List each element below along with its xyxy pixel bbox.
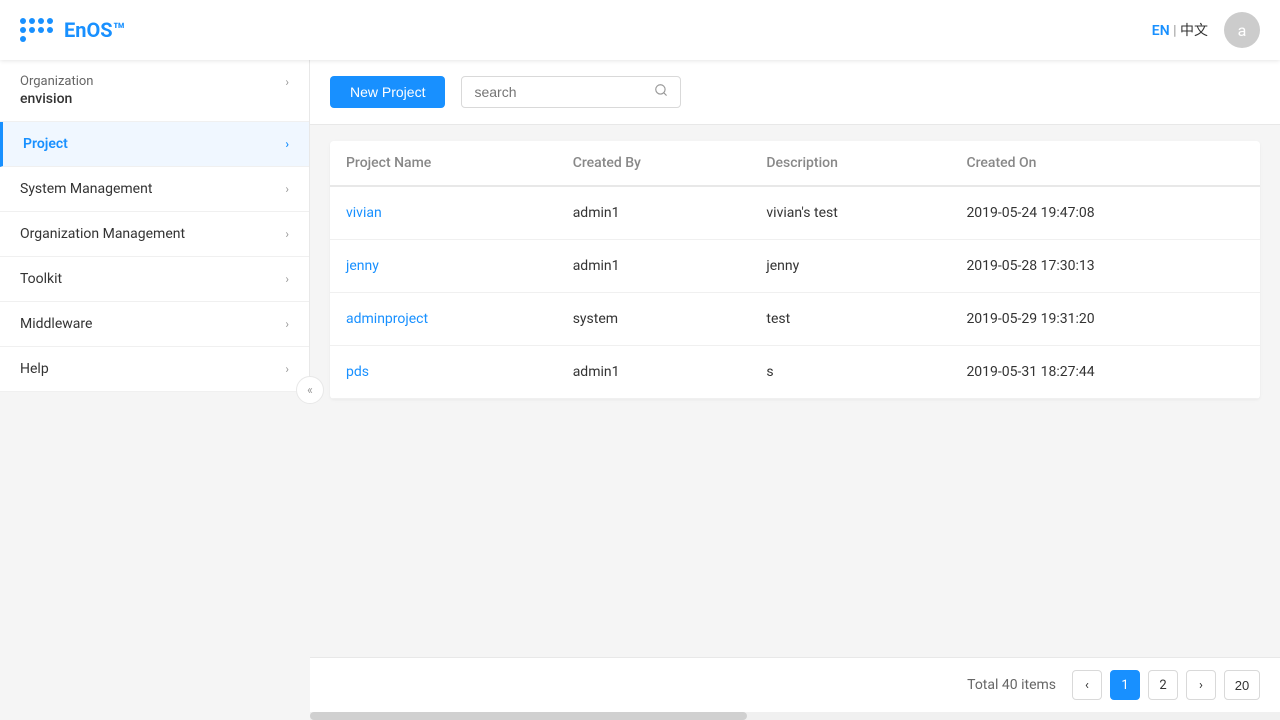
description-cell: test	[750, 293, 950, 346]
header-right: EN | 中文 a	[1152, 12, 1260, 48]
logo-icon	[20, 18, 56, 42]
sidebar-item-project-label: Project	[23, 136, 68, 152]
col-project-name: Project Name	[330, 141, 557, 186]
sidebar-item-toolkit-label: Toolkit	[20, 271, 62, 287]
created-by-cell: admin1	[557, 346, 751, 399]
sidebar-item-system-management[interactable]: System Management ›	[0, 167, 309, 212]
created-by-cell: system	[557, 293, 751, 346]
sidebar-collapse-button[interactable]: «	[296, 376, 324, 404]
col-created-on: Created On	[950, 141, 1260, 186]
description-cell: s	[750, 346, 950, 399]
table-row: pds admin1 s 2019-05-31 18:27:44	[330, 346, 1260, 399]
chevron-right-icon: ›	[285, 227, 289, 241]
sidebar-item-project[interactable]: Project ›	[0, 122, 309, 167]
created-by-cell: admin1	[557, 240, 751, 293]
sidebar-item-system-management-label: System Management	[20, 181, 152, 197]
new-project-button[interactable]: New Project	[330, 76, 445, 108]
created-on-cell: 2019-05-29 19:31:20	[950, 293, 1260, 346]
lang-switcher[interactable]: EN | 中文	[1152, 20, 1208, 40]
pagination-prev-button[interactable]: ‹	[1072, 670, 1102, 700]
pagination-page-2[interactable]: 2	[1148, 670, 1178, 700]
logo-area: EnOS™	[20, 18, 125, 42]
created-on-cell: 2019-05-24 19:47:08	[950, 186, 1260, 240]
pagination-next-button[interactable]: ›	[1186, 670, 1216, 700]
avatar[interactable]: a	[1224, 12, 1260, 48]
projects-table: Project Name Created By Description Crea…	[330, 141, 1260, 399]
chevron-right-icon: ›	[285, 317, 289, 331]
lang-separator: |	[1173, 23, 1176, 39]
toolbar: New Project	[310, 60, 1280, 125]
created-by-cell: admin1	[557, 186, 751, 240]
table-row: vivian admin1 vivian's test 2019-05-24 1…	[330, 186, 1260, 240]
chevron-right-icon: ›	[285, 75, 289, 89]
table-header-row: Project Name Created By Description Crea…	[330, 141, 1260, 186]
sidebar-item-help-label: Help	[20, 361, 49, 377]
sidebar-org-title: envision	[20, 91, 289, 107]
chevron-right-icon: ›	[285, 137, 289, 151]
table-row: jenny admin1 jenny 2019-05-28 17:30:13	[330, 240, 1260, 293]
project-name-link[interactable]: adminproject	[346, 311, 428, 327]
search-icon	[654, 83, 668, 101]
col-created-by: Created By	[557, 141, 751, 186]
lang-en-button[interactable]: EN	[1152, 23, 1170, 39]
created-on-cell: 2019-05-28 17:30:13	[950, 240, 1260, 293]
layout: Organization › envision Project › System…	[0, 60, 1280, 720]
description-cell: vivian's test	[750, 186, 950, 240]
description-cell: jenny	[750, 240, 950, 293]
sidebar-org-name: Organization ›	[20, 74, 289, 89]
pagination-page-1[interactable]: 1	[1110, 670, 1140, 700]
sidebar-org: Organization › envision	[0, 60, 309, 122]
sidebar-item-help[interactable]: Help ›	[0, 347, 309, 392]
col-description: Description	[750, 141, 950, 186]
lang-zh-button[interactable]: 中文	[1180, 23, 1208, 39]
search-input[interactable]	[474, 84, 646, 100]
project-name-link[interactable]: jenny	[346, 258, 379, 274]
pagination-bar: Total 40 items ‹ 1 2 ›	[310, 657, 1280, 712]
sidebar-item-middleware[interactable]: Middleware ›	[0, 302, 309, 347]
header: EnOS™ EN | 中文 a	[0, 0, 1280, 60]
sidebar: Organization › envision Project › System…	[0, 60, 310, 392]
sidebar-container: Organization › envision Project › System…	[0, 60, 310, 720]
logo-text: EnOS™	[64, 18, 125, 42]
created-on-cell: 2019-05-31 18:27:44	[950, 346, 1260, 399]
table-row: adminproject system test 2019-05-29 19:3…	[330, 293, 1260, 346]
sidebar-item-organization-management[interactable]: Organization Management ›	[0, 212, 309, 257]
sidebar-item-organization-management-label: Organization Management	[20, 226, 185, 242]
table-wrapper: Project Name Created By Description Crea…	[310, 125, 1280, 657]
sidebar-item-middleware-label: Middleware	[20, 316, 92, 332]
chevron-right-icon: ›	[285, 182, 289, 196]
pagination-total: Total 40 items	[967, 677, 1056, 693]
sidebar-item-toolkit[interactable]: Toolkit ›	[0, 257, 309, 302]
project-name-link[interactable]: vivian	[346, 205, 382, 221]
chevron-right-icon: ›	[285, 272, 289, 286]
search-box	[461, 76, 681, 108]
page-size-input[interactable]	[1224, 670, 1260, 700]
main-content: New Project Project Name Created By Desc…	[310, 60, 1280, 720]
project-name-link[interactable]: pds	[346, 364, 369, 380]
chevron-right-icon: ›	[285, 362, 289, 376]
